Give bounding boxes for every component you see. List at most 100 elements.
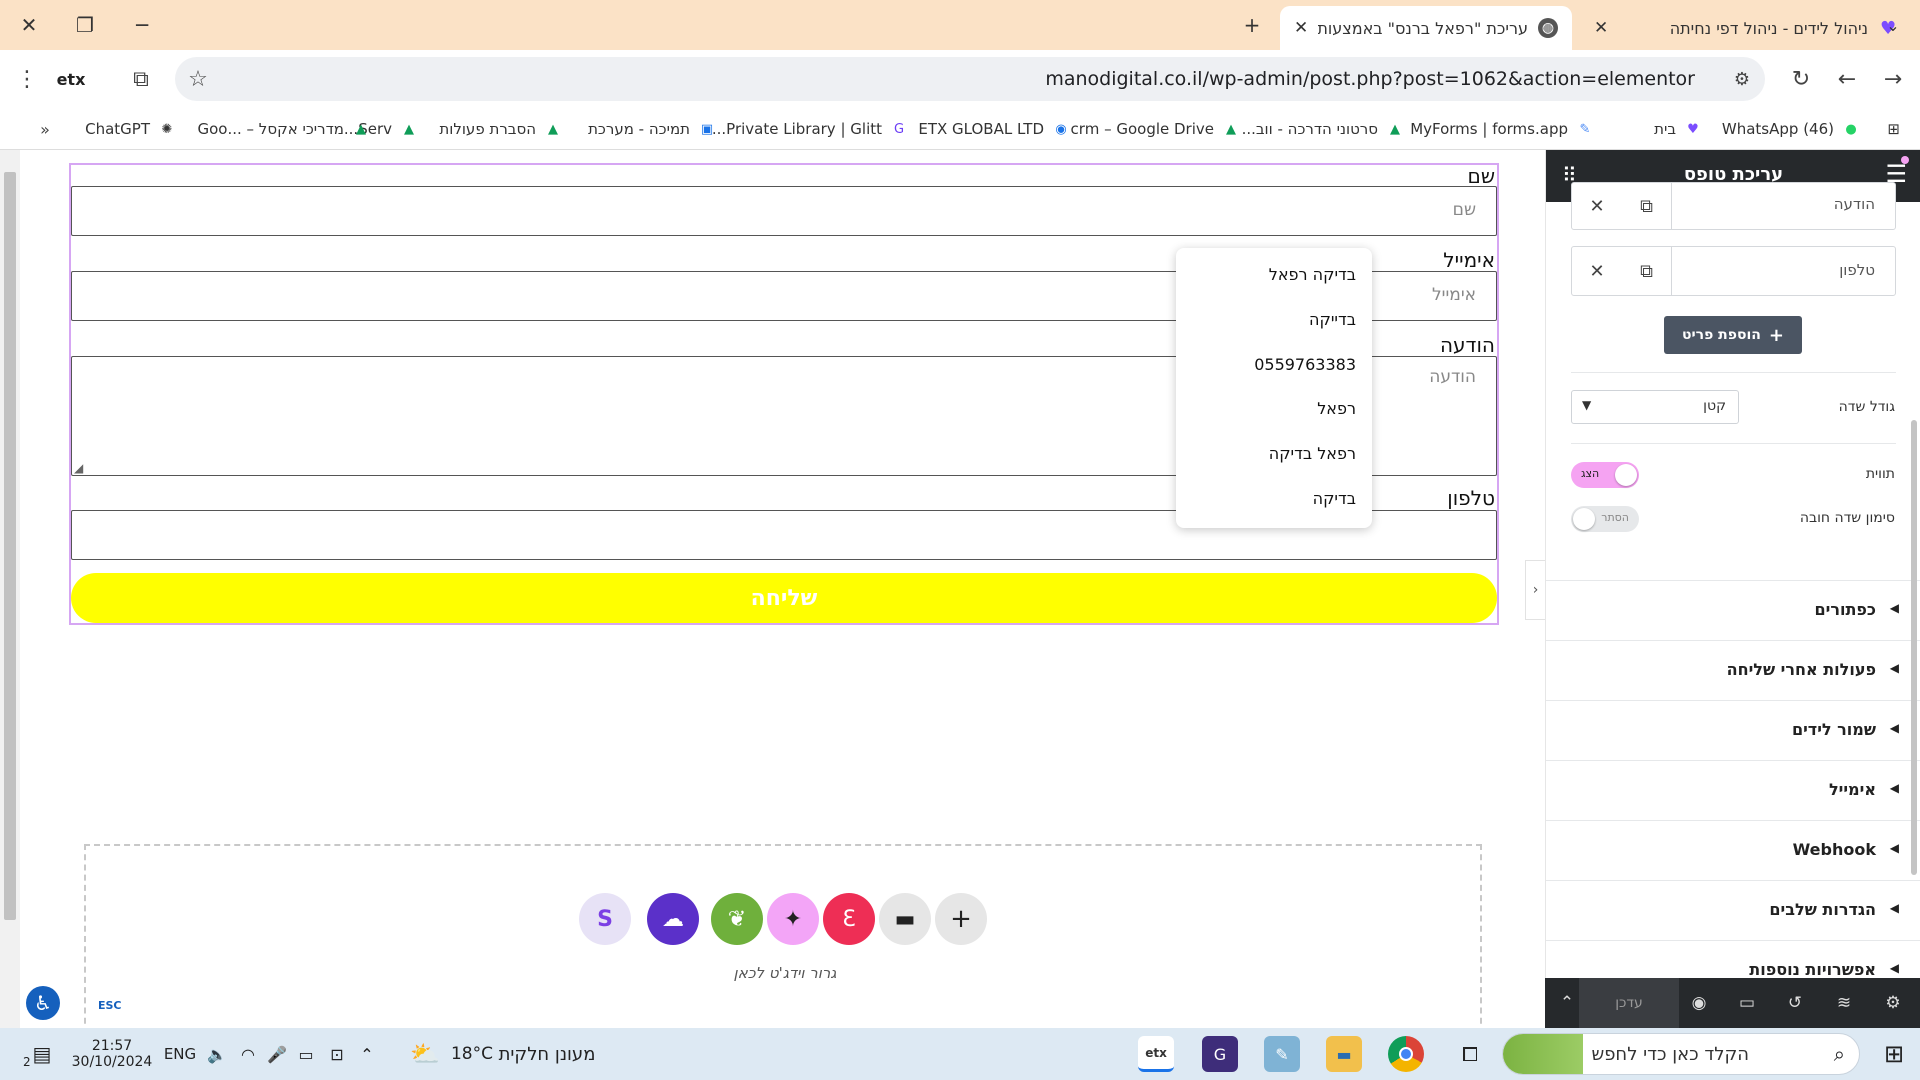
section-email[interactable]: ◀ אימייל — [1546, 760, 1920, 820]
section-save-leads[interactable]: ◀ שמור לידים — [1546, 700, 1920, 760]
remove-x-icon[interactable]: ✕ — [1572, 183, 1622, 229]
section-steps-settings[interactable]: ◀ הגדרות שלבים — [1546, 880, 1920, 940]
autofill-option[interactable]: 0559763383 — [1254, 355, 1356, 374]
chrome-icon[interactable] — [1388, 1036, 1424, 1072]
close-window-icon[interactable]: ✕ — [1, 0, 57, 50]
wifi-icon[interactable]: ◠ — [236, 1028, 260, 1080]
new-tab-button[interactable]: + — [1230, 0, 1274, 50]
task-view-icon[interactable]: ⧠ — [1452, 1028, 1488, 1080]
file-explorer-icon[interactable]: ▬ — [1326, 1036, 1362, 1072]
duplicate-icon[interactable]: ⧉ — [1622, 247, 1672, 295]
ai-sparkle-icon[interactable]: ✦ — [767, 893, 819, 945]
volume-icon[interactable]: 🔈 — [205, 1028, 229, 1080]
etx-extension-icon[interactable]: etx — [50, 58, 92, 100]
responsive-mode-icon[interactable]: ▭ — [1723, 978, 1771, 1028]
history-icon[interactable]: ↺ — [1771, 978, 1819, 1028]
panel-scrollbar[interactable] — [1911, 420, 1917, 875]
editor-panel: ☰ עריכת טופס ⠿ הודעה ⧉ ✕ טלפון ⧉ ✕ + הוס… — [1545, 150, 1920, 1028]
more-bookmarks-icon[interactable]: » — [24, 108, 66, 150]
weather-icon[interactable]: ⛅ — [405, 1028, 445, 1080]
extensions-puzzle-icon[interactable]: ⧉ — [120, 58, 162, 100]
etx-app-icon[interactable]: etx — [1138, 1036, 1174, 1072]
minimize-window-icon[interactable]: ─ — [114, 0, 170, 50]
bookmark-myforms[interactable]: ✎ MyForms | forms.app — [1410, 117, 1594, 141]
autofill-option[interactable]: רפאל — [1317, 399, 1356, 418]
clock[interactable]: 21:57 30/10/2024 — [70, 1028, 154, 1080]
menu-kebab-icon[interactable]: ⋮ — [6, 58, 48, 100]
meet-now-icon[interactable]: ⊡ — [325, 1028, 349, 1080]
repeater-item-label: טלפון — [1839, 261, 1875, 279]
battery-icon[interactable]: ▭ — [294, 1028, 318, 1080]
url-text[interactable]: manodigital.co.il/wp-admin/post.php?post… — [1045, 68, 1695, 90]
all-bookmarks-grid-icon[interactable]: ⊞ — [1887, 117, 1900, 141]
duplicate-icon[interactable]: ⧉ — [1622, 183, 1672, 229]
scrollbar-thumb[interactable] — [4, 172, 16, 920]
preview-eye-icon[interactable]: ◉ — [1675, 978, 1723, 1028]
field-size-select[interactable]: קטן ▼ — [1571, 390, 1739, 424]
bookmark-crm-drive[interactable]: ▲ crm – Google Drive — [1071, 117, 1240, 141]
remove-x-icon[interactable]: ✕ — [1572, 247, 1622, 295]
tab-title: ניהול לידים - ניהול דפי נחיתה — [1669, 18, 1868, 38]
globe-icon: ◍ — [1538, 18, 1558, 38]
tab-lead-management[interactable]: ♥ ניהול לידים - ניהול דפי נחיתה ✕ — [1580, 6, 1912, 50]
bookmark-star-icon[interactable]: ☆ — [177, 58, 219, 100]
submit-button[interactable]: שליחה — [71, 573, 1497, 623]
reload-icon[interactable]: ↻ — [1780, 58, 1822, 100]
bookmark-excel-guides[interactable]: ▲ מדריכי אקסל – ...Goo — [197, 117, 370, 141]
close-tab-icon[interactable]: ✕ — [1294, 18, 1308, 38]
taskbar-search-box[interactable]: הקלד כאן כדי לחפש ⌕ — [1502, 1033, 1860, 1075]
show-hidden-icons-chevron-icon[interactable]: ⌃ — [355, 1028, 379, 1080]
label-toggle[interactable]: הצג — [1571, 462, 1639, 488]
restore-window-icon[interactable]: ❐ — [57, 0, 113, 50]
section-buttons[interactable]: ◀ כפתורים — [1546, 580, 1920, 640]
autofill-option[interactable]: רפאל בדיקה — [1269, 444, 1356, 463]
canvas-scrollbar[interactable] — [0, 150, 20, 1028]
plus-icon[interactable]: + — [935, 893, 987, 945]
tab-elementor-edit[interactable]: ◍ עריכת "רפאל ברנס" באמצעות אלמנטור ✕ — [1280, 6, 1572, 50]
bookmark-etx[interactable]: ◉ ETX GLOBAL LTD — [918, 117, 1070, 141]
weather-text[interactable]: מעונן חלקית — [494, 1028, 600, 1080]
close-tab-icon[interactable]: ✕ — [1594, 18, 1608, 38]
autofill-dropdown: בדיקה רפאל בדייקה 0559763383 רפאל רפאל ב… — [1176, 248, 1372, 528]
elementor-kit-icon[interactable]: Ɛ — [823, 893, 875, 945]
site-settings-icon[interactable]: ⚙ — [1721, 58, 1763, 100]
bookmark-tutorials[interactable]: ▲ סרטוני הדרכה - ווב... — [1242, 117, 1404, 141]
settings-gear-icon[interactable]: ⚙ — [1869, 978, 1917, 1028]
folder-icon[interactable]: ▬ — [879, 893, 931, 945]
bookmark-whatsapp[interactable]: ● (46) WhatsApp — [1722, 117, 1860, 141]
collapse-panel-chevron-icon[interactable]: › — [1525, 560, 1545, 620]
autofill-option[interactable]: בדיקה — [1313, 489, 1356, 508]
resize-handle-icon[interactable]: ◢ — [74, 461, 83, 475]
leaf-icon[interactable]: ❦ — [711, 893, 763, 945]
temperature[interactable]: 18°C — [446, 1028, 498, 1080]
bookmark-glitter[interactable]: G Private Library | Glitt... — [712, 117, 908, 141]
cloud-icon[interactable]: ☁ — [647, 893, 699, 945]
repeater-item-phone[interactable]: טלפון ⧉ ✕ — [1571, 246, 1896, 296]
repeater-item-message[interactable]: הודעה ⧉ ✕ — [1571, 182, 1896, 230]
add-item-button[interactable]: + הוספת פריט — [1664, 316, 1802, 354]
s-logo-icon[interactable]: S — [579, 893, 631, 945]
navigator-layers-icon[interactable]: ≋ — [1820, 978, 1868, 1028]
language-indicator[interactable]: ENG — [160, 1028, 200, 1080]
section-after-submit[interactable]: ◀ פעולות אחרי שליחה — [1546, 640, 1920, 700]
windows-start-icon[interactable]: ⊞ — [1868, 1028, 1920, 1080]
required-toggle[interactable]: הסתר — [1571, 506, 1639, 532]
update-button[interactable]: עדכן — [1579, 978, 1679, 1028]
notepad-app-icon[interactable]: ✎ — [1264, 1036, 1300, 1072]
section-webhook[interactable]: ◀ Webhook — [1546, 820, 1920, 880]
back-arrow-icon[interactable]: ← — [1826, 58, 1868, 100]
bookmark-support[interactable]: ▣ תמיכה - מערכת — [588, 117, 716, 141]
autofill-option[interactable]: בדייקה — [1309, 310, 1356, 329]
bookmark-explanations[interactable]: ▲ הסברת פעולות — [439, 117, 562, 141]
accessibility-icon[interactable]: ♿ — [26, 986, 60, 1020]
glitter-app-icon[interactable]: G — [1202, 1036, 1238, 1072]
notifications-icon[interactable]: ▤ 2 — [20, 1028, 64, 1080]
address-bar[interactable]: ☆ manodigital.co.il/wp-admin/post.php?po… — [175, 57, 1765, 101]
name-input[interactable]: שם — [71, 186, 1497, 236]
tab-search-chevron-icon[interactable]: ⌄ — [1866, 0, 1920, 50]
autofill-option[interactable]: בדיקה רפאל — [1269, 265, 1356, 284]
microphone-icon[interactable]: 🎤 — [266, 1028, 288, 1080]
bookmark-home[interactable]: ♥ בית — [1654, 117, 1702, 141]
bookmark-chatgpt[interactable]: ✺ ChatGPT — [85, 117, 176, 141]
forward-arrow-icon[interactable]: → — [1872, 58, 1914, 100]
